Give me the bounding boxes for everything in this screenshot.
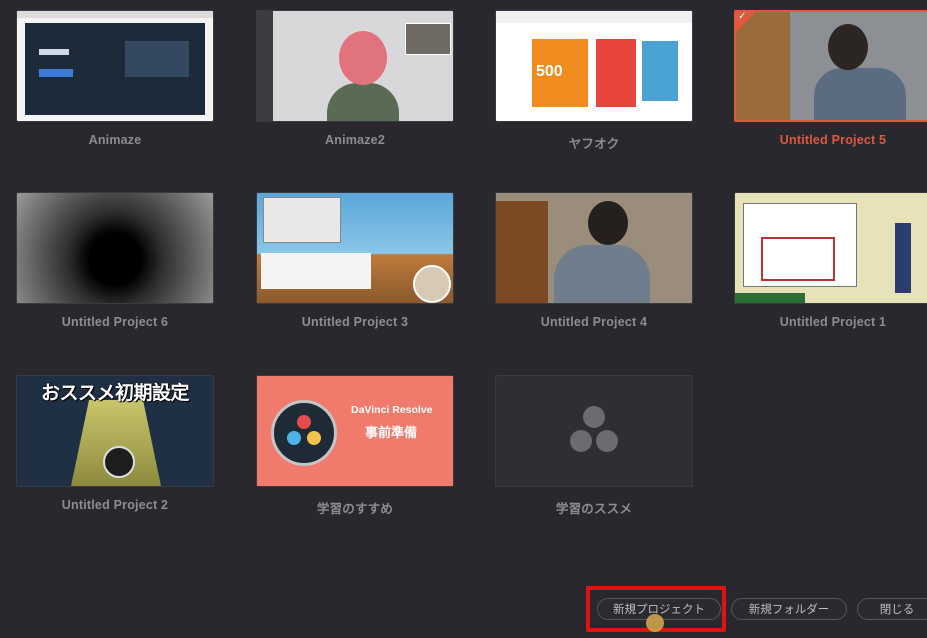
thumbnail-title: おススメ初期設定	[40, 383, 190, 404]
thumbnail-title: DaVinci Resolve	[351, 404, 433, 416]
project-card-yahuoku[interactable]: 500 ヤフオク	[495, 10, 693, 151]
project-thumbnail[interactable]: ✓	[734, 10, 927, 122]
project-name: 学習のススメ	[555, 502, 633, 516]
project-thumbnail[interactable]	[734, 192, 927, 304]
project-card-untitled-3[interactable]: Untitled Project 3	[256, 192, 454, 332]
project-thumbnail[interactable]	[16, 10, 214, 122]
mouse-cursor-icon	[646, 614, 664, 632]
project-name: Untitled Project 4	[540, 315, 648, 329]
thumbnail-subtitle: 事前準備	[365, 425, 418, 440]
project-card-untitled-4[interactable]: Untitled Project 4	[495, 192, 693, 332]
project-card-untitled-5[interactable]: ✓ Untitled Project 5	[734, 10, 927, 150]
project-name: Animaze	[88, 133, 142, 147]
project-name: ヤフオク	[568, 137, 620, 151]
project-thumbnail[interactable]: DaVinci Resolve 事前準備	[256, 375, 454, 487]
project-thumbnail[interactable]	[495, 375, 693, 487]
close-button[interactable]: 閉じる	[857, 598, 927, 620]
project-name: Untitled Project 6	[61, 315, 169, 329]
project-card-gakushu-susume[interactable]: DaVinci Resolve 事前準備 学習のすすめ	[256, 375, 454, 516]
project-thumbnail[interactable]	[256, 192, 454, 304]
project-name: Untitled Project 2	[61, 498, 169, 512]
project-card-untitled-1[interactable]: Untitled Project 1	[734, 192, 927, 332]
project-name: Animaze2	[325, 133, 385, 147]
checkmark-icon: ✓	[738, 11, 747, 22]
project-name: Untitled Project 5	[779, 133, 887, 147]
new-folder-button[interactable]: 新規フォルダー	[731, 598, 847, 620]
davinci-logo-icon	[103, 446, 135, 478]
project-card-untitled-6[interactable]: Untitled Project 6	[16, 192, 214, 332]
project-card-animaze2[interactable]: Animaze2	[256, 10, 454, 150]
project-grid: Animaze Animaze2 500 ヤフオク ✓ Untitled Pro…	[0, 0, 927, 560]
project-name: 学習のすすめ	[316, 502, 394, 516]
project-card-gakushu-susume-katakana[interactable]: 学習のススメ	[495, 375, 693, 516]
davinci-logo-icon	[271, 400, 337, 466]
project-thumbnail[interactable]: おススメ初期設定	[16, 375, 214, 487]
project-name: Untitled Project 1	[779, 315, 887, 329]
project-thumbnail[interactable]	[256, 10, 454, 122]
project-thumbnail[interactable]: 500	[495, 10, 693, 122]
banner-number: 500	[536, 63, 563, 80]
davinci-placeholder-icon	[568, 406, 620, 458]
project-thumbnail[interactable]	[16, 192, 214, 304]
project-card-untitled-2[interactable]: おススメ初期設定 Untitled Project 2	[16, 375, 214, 515]
project-name: Untitled Project 3	[301, 315, 409, 329]
project-thumbnail[interactable]	[495, 192, 693, 304]
project-card-animaze[interactable]: Animaze	[16, 10, 214, 150]
